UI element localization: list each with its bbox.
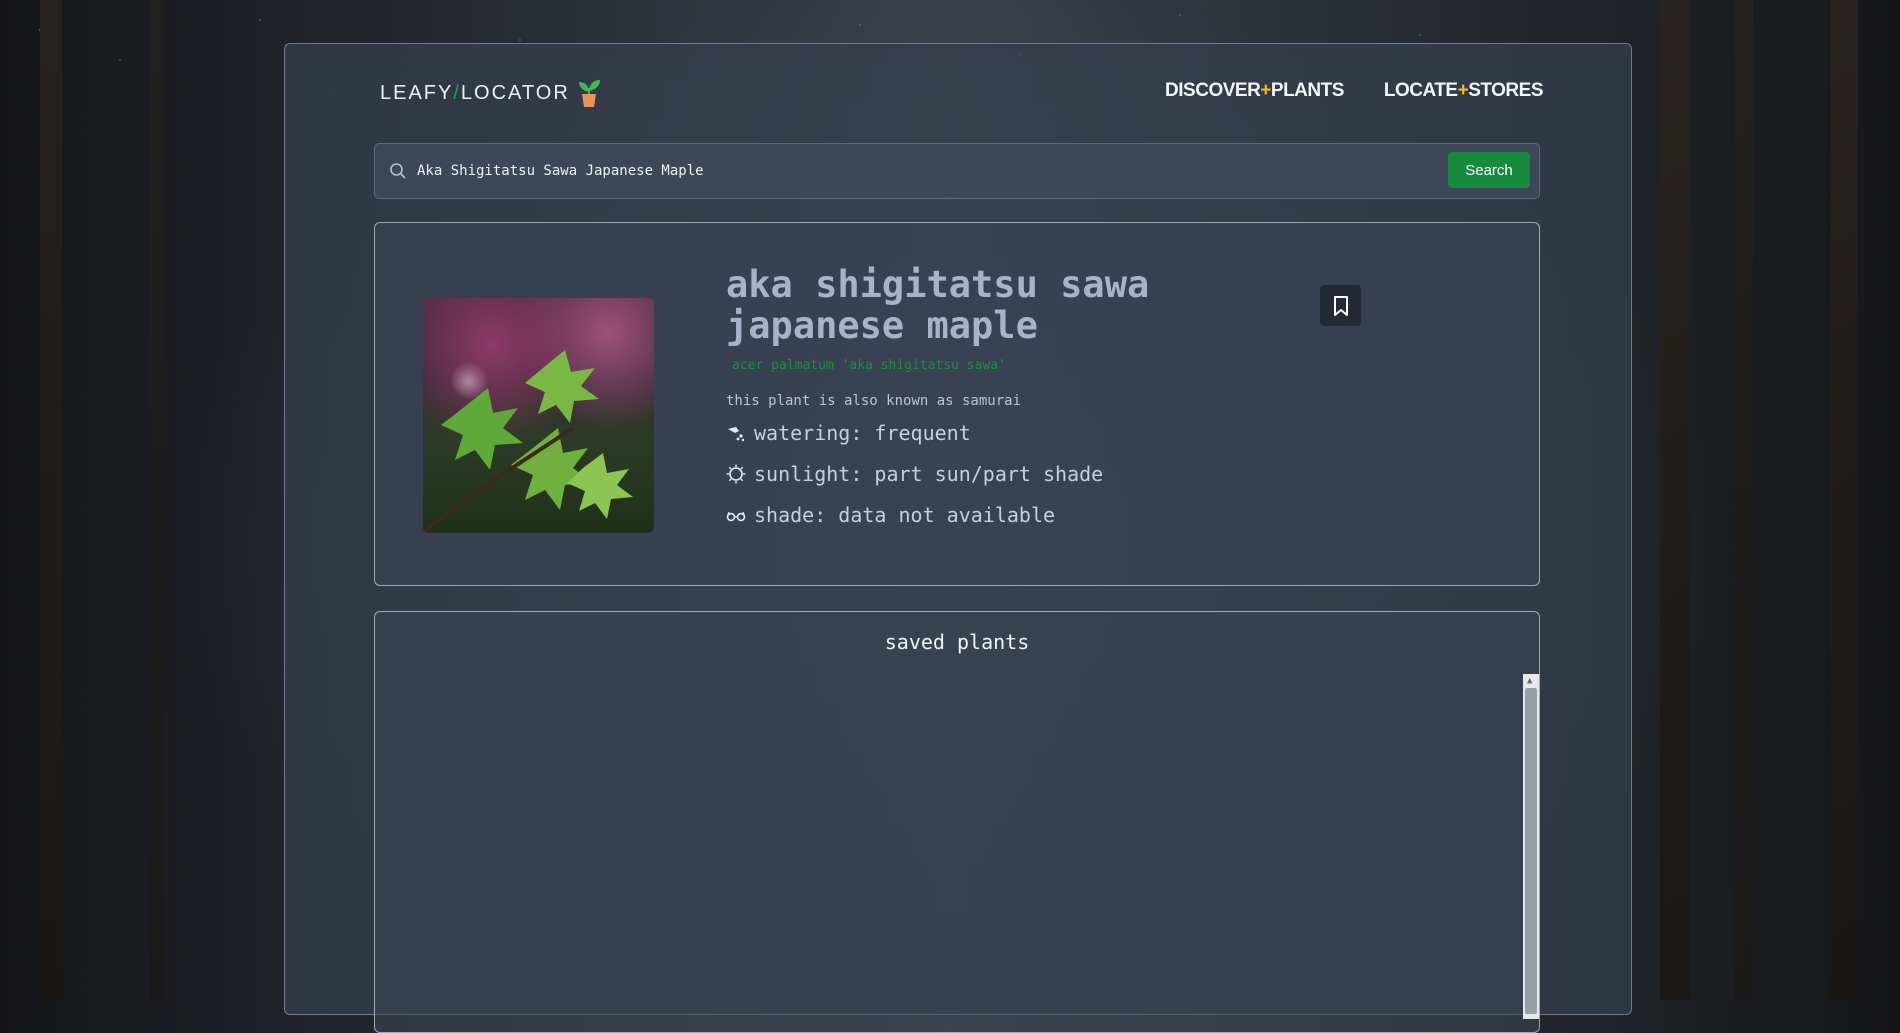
saved-plants-scrollbar[interactable]: ▲: [1523, 674, 1539, 1019]
also-known-as: this plant is also known as samurai: [726, 393, 1022, 409]
nav-locate-stores[interactable]: LOCATE+STORES: [1384, 80, 1544, 102]
header: LEAFY / LOCATOR DISCOVER+PLANTS LOCATE+STO…: [380, 70, 1543, 110]
top-nav: DISCOVER+PLANTS LOCATE+STORES: [1165, 80, 1543, 102]
shade-text: shade: data not available: [754, 503, 1056, 527]
main-panel: LEAFY / LOCATOR DISCOVER+PLANTS LOCATE+STO…: [284, 43, 1632, 1033]
watering-icon: [726, 423, 746, 443]
logo-slash: /: [453, 81, 461, 104]
sunlight-attr: sunlight: part sun/part shade: [726, 462, 1103, 486]
bookmark-icon: [1333, 295, 1348, 316]
bookmark-button[interactable]: [1320, 285, 1361, 326]
nav-discover-plants[interactable]: DISCOVER+PLANTS: [1165, 80, 1344, 102]
logo-text-leafy: LEAFY: [380, 81, 454, 104]
logo-text-locator: LOCATOR: [460, 81, 570, 104]
scroll-up-icon[interactable]: ▲: [1527, 676, 1532, 686]
search-input[interactable]: [415, 152, 1419, 190]
plant-image: [423, 298, 654, 533]
logo[interactable]: LEAFY / LOCATOR: [380, 78, 602, 108]
watering-text: watering: frequent: [754, 421, 971, 445]
saved-plants-panel: saved plants ▲: [374, 611, 1540, 1033]
plant-card: aka shigitatsu sawa japanese maple acer …: [374, 222, 1540, 586]
sunglasses-icon: [726, 505, 746, 525]
scroll-thumb[interactable]: [1525, 688, 1537, 1014]
search-button[interactable]: Search: [1448, 152, 1530, 188]
shade-attr: shade: data not available: [726, 503, 1055, 527]
plant-pot-icon: [576, 78, 602, 108]
saved-plants-title: saved plants: [884, 630, 1030, 654]
sun-icon: [726, 464, 746, 484]
plant-title: aka shigitatsu sawa japanese maple: [726, 263, 1150, 347]
search-icon: [389, 162, 407, 184]
search-bar: Search: [374, 143, 1540, 199]
sunlight-text: sunlight: part sun/part shade: [754, 462, 1104, 486]
watering-attr: watering: frequent: [726, 421, 971, 445]
scientific-name: acer palmatum 'aka shigitatsu sawa': [732, 358, 1006, 373]
